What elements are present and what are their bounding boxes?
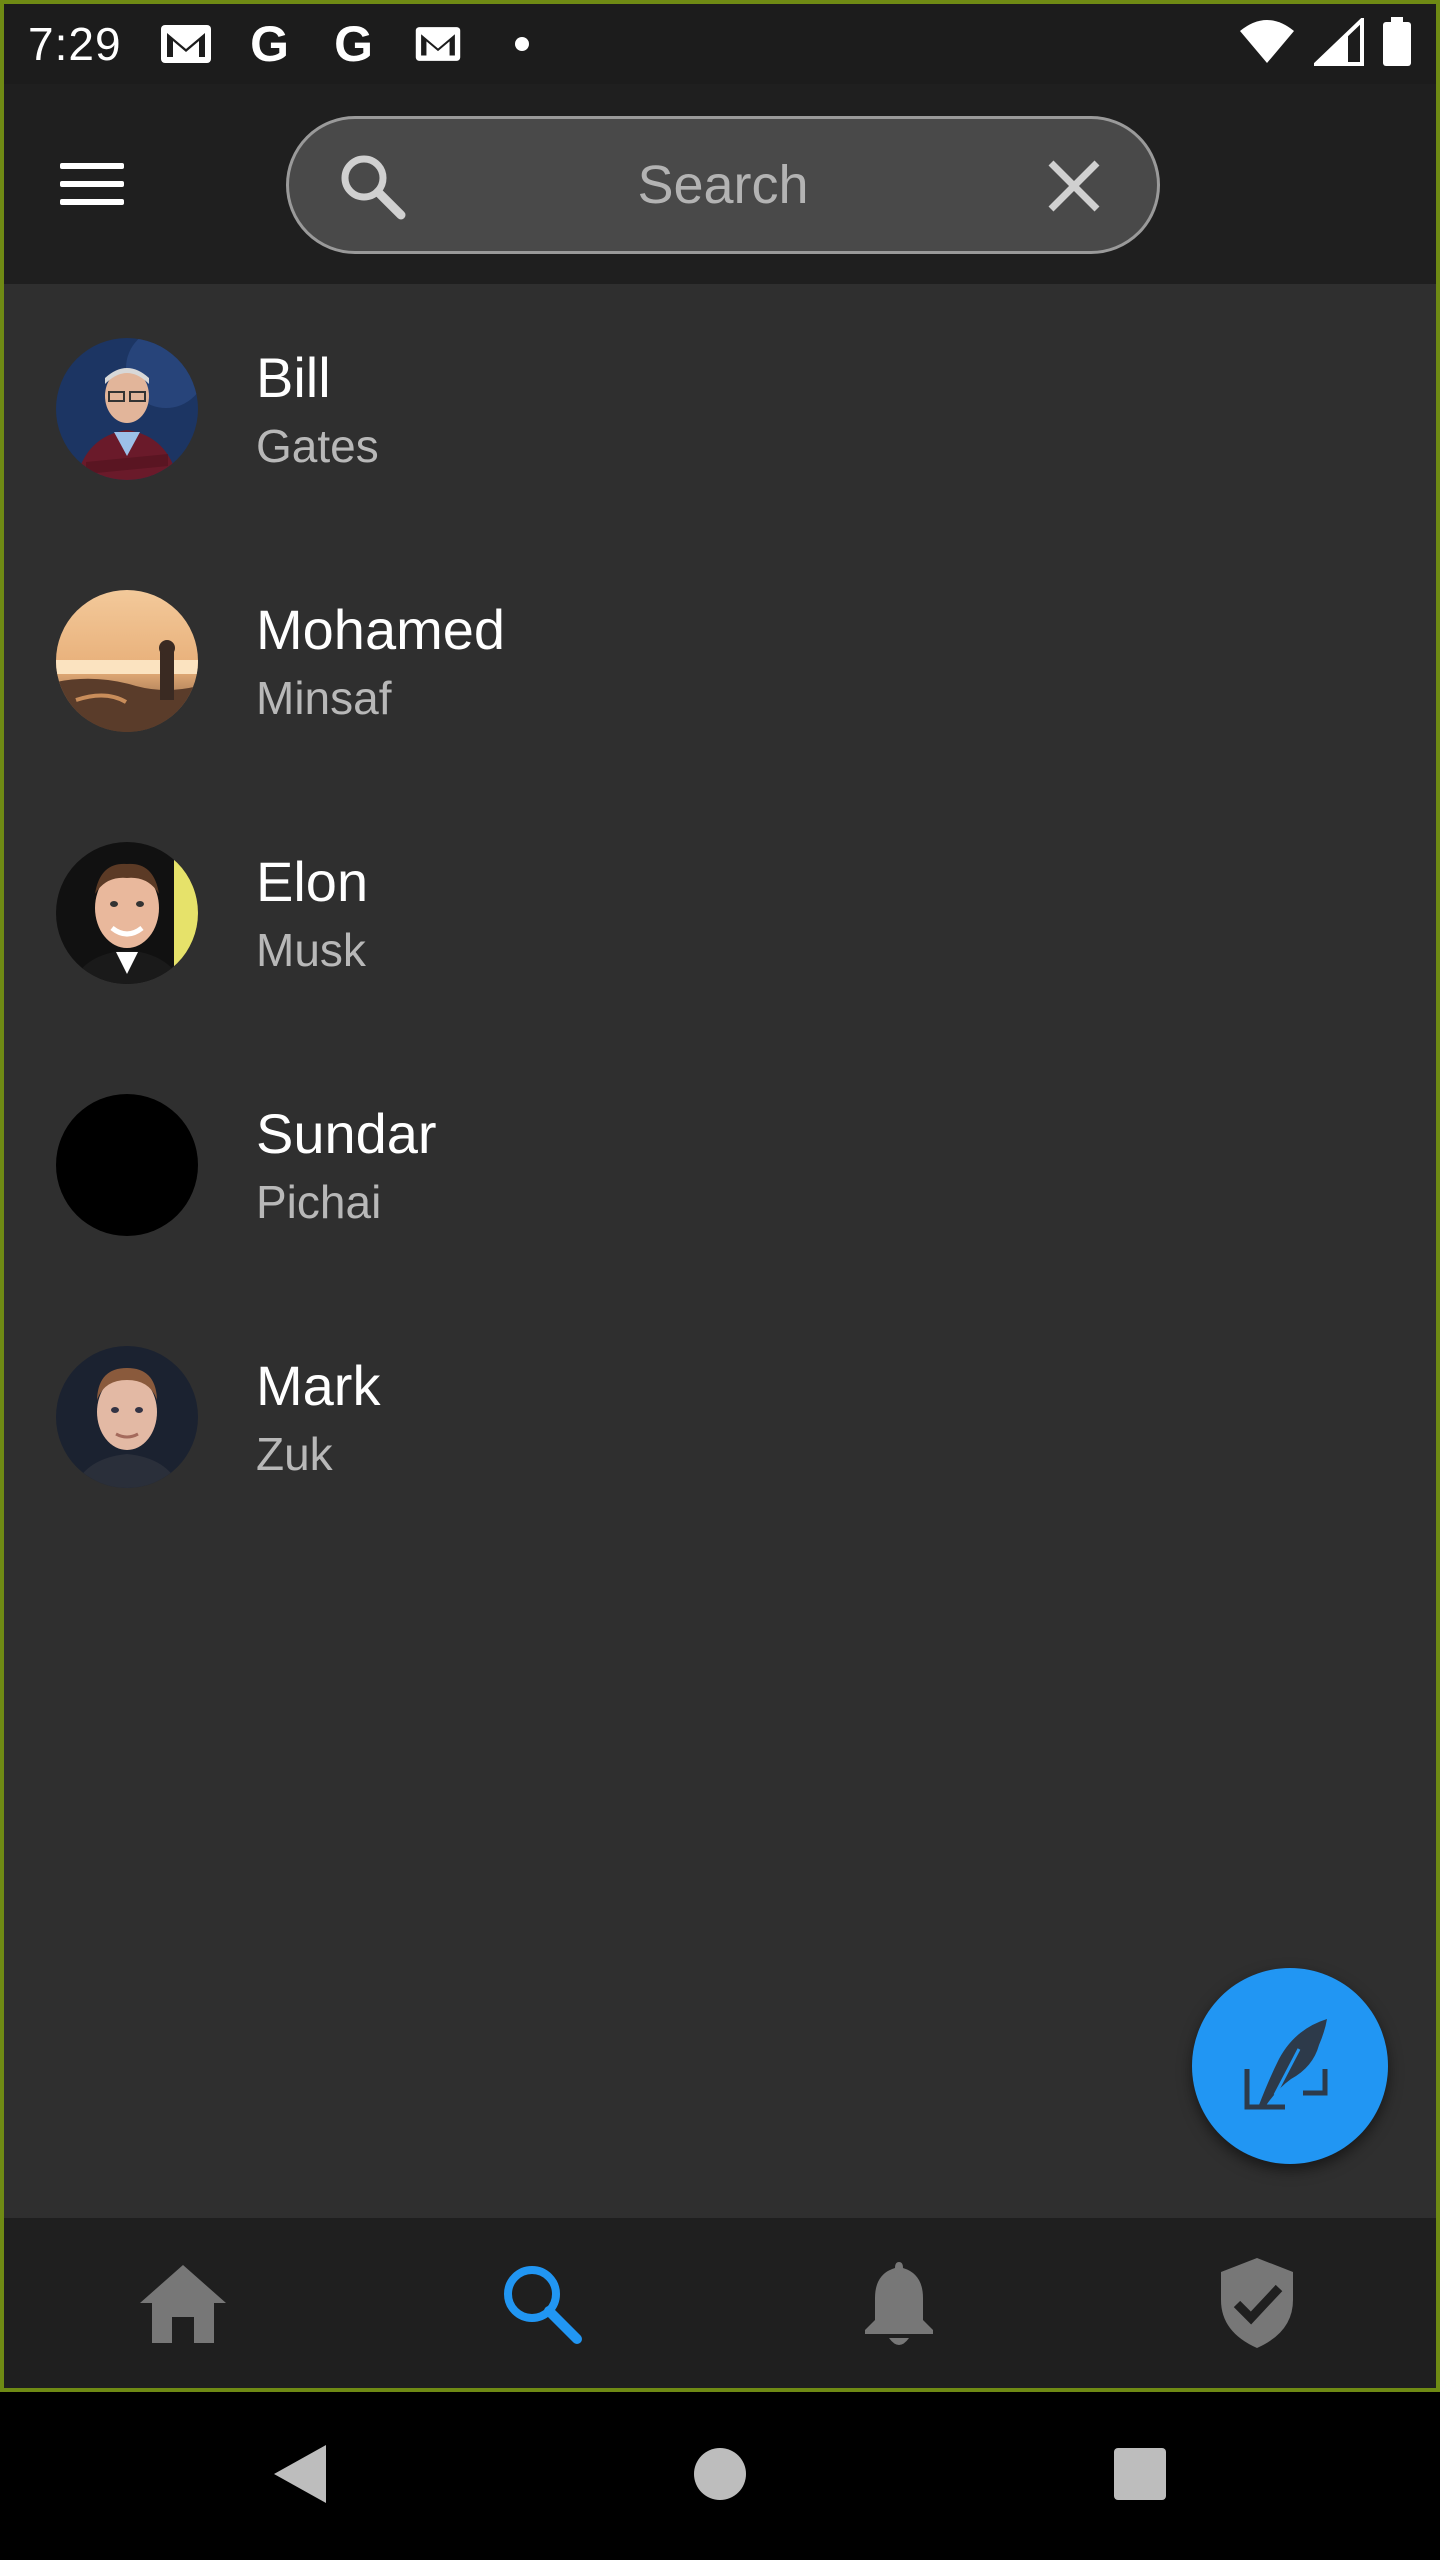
- hamburger-icon-line: [60, 163, 124, 169]
- hamburger-icon-line: [60, 181, 124, 187]
- notification-icons: G G: [158, 16, 550, 72]
- contact-first-name: Bill: [256, 346, 331, 409]
- list-item[interactable]: Mohamed Minsaf: [4, 536, 1436, 788]
- feather-compose-icon: [1235, 2009, 1345, 2124]
- contact-first-name: Elon: [256, 850, 369, 913]
- back-button[interactable]: [90, 2443, 510, 2510]
- contact-name: Bill Gates: [256, 344, 379, 474]
- list-item[interactable]: Bill Gates: [4, 284, 1436, 536]
- status-bar: 7:29 G G: [4, 4, 1436, 84]
- contact-last-name: Pichai: [256, 1176, 382, 1229]
- avatar: [56, 338, 198, 480]
- nav-item-security[interactable]: [1078, 2218, 1436, 2388]
- list-item[interactable]: Mark Zuk: [4, 1292, 1436, 1544]
- contact-name: Elon Musk: [256, 848, 368, 978]
- recents-button[interactable]: [930, 2447, 1350, 2506]
- contact-name: Sundar Pichai: [256, 1100, 437, 1230]
- search-input[interactable]: Search: [289, 119, 1157, 251]
- system-navigation-bar: [0, 2392, 1440, 2560]
- avatar: [56, 842, 198, 984]
- dot-icon: [494, 22, 550, 66]
- close-icon[interactable]: [1041, 153, 1107, 219]
- app-window: 7:29 G G Search Bill Gates Mohamed Minsa…: [0, 0, 1440, 2392]
- nav-item-notifications[interactable]: [720, 2218, 1078, 2388]
- home-icon: [138, 2261, 228, 2350]
- system-icons: [1238, 14, 1412, 72]
- signal-icon: [1311, 14, 1364, 71]
- recents-square-icon: [1113, 2447, 1167, 2506]
- contact-last-name: Gates: [256, 420, 379, 473]
- nav-item-home[interactable]: [4, 2218, 362, 2388]
- contact-last-name: Zuk: [256, 1428, 333, 1481]
- search-icon: [499, 2261, 583, 2350]
- hamburger-icon-line: [60, 199, 124, 205]
- app-bar: Search: [4, 84, 1436, 284]
- bottom-navigation: [4, 2218, 1436, 2388]
- contact-first-name: Mark: [256, 1354, 381, 1417]
- nav-item-search[interactable]: [362, 2218, 720, 2388]
- status-time: 7:29: [28, 18, 122, 70]
- search-bar[interactable]: Search: [286, 116, 1160, 254]
- contact-last-name: Musk: [256, 924, 366, 977]
- list-item[interactable]: Sundar Pichai: [4, 1040, 1436, 1292]
- gmail-icon: [158, 22, 214, 66]
- compose-fab-button[interactable]: [1192, 1968, 1388, 2164]
- battery-icon: [1382, 16, 1412, 72]
- back-triangle-icon: [272, 2443, 328, 2510]
- avatar: [56, 1346, 198, 1488]
- shield-check-icon: [1217, 2256, 1297, 2355]
- home-button[interactable]: [510, 2447, 930, 2506]
- wifi-icon: [1238, 19, 1296, 70]
- contact-first-name: Sundar: [256, 1102, 437, 1165]
- contact-name: Mark Zuk: [256, 1352, 380, 1482]
- contact-list: Bill Gates Mohamed Minsaf Elon Musk Sund…: [4, 284, 1436, 1544]
- contact-first-name: Mohamed: [256, 598, 506, 661]
- menu-button[interactable]: [60, 144, 140, 224]
- home-circle-icon: [693, 2447, 747, 2506]
- gmail-icon: [410, 22, 466, 66]
- contact-last-name: Minsaf: [256, 672, 392, 725]
- bell-icon: [861, 2258, 937, 2353]
- google-icon: G: [250, 16, 289, 72]
- list-item[interactable]: Elon Musk: [4, 788, 1436, 1040]
- avatar: [56, 1094, 198, 1236]
- contact-name: Mohamed Minsaf: [256, 596, 505, 726]
- google-icon: G: [334, 16, 373, 72]
- avatar: [56, 590, 198, 732]
